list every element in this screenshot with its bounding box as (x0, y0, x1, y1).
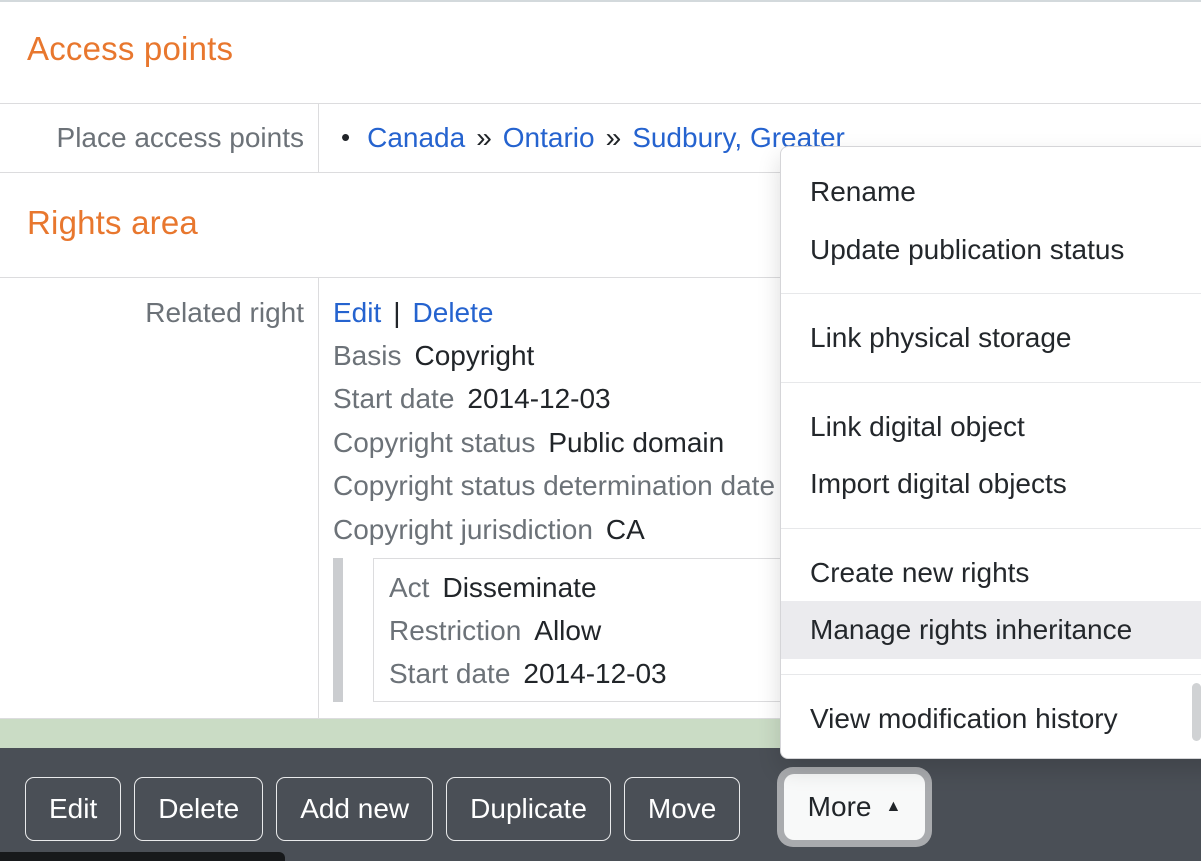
edit-button[interactable]: Edit (25, 777, 121, 841)
related-right-value: Edit | Delete Basis Copyright Start date… (333, 291, 788, 551)
place-access-points-value: • Canada » Ontario » Sudbury, Greater (333, 103, 845, 172)
breadcrumb-separator: » (476, 122, 492, 154)
more-button-label: More (808, 791, 872, 823)
page-top-border (0, 0, 1201, 2)
action-footer-bar: Edit Delete Add new Duplicate Move More … (0, 748, 1201, 861)
field-row-copyright-status: Copyright status Public domain (333, 421, 788, 464)
move-button[interactable]: Move (624, 777, 740, 841)
rights-area-heading: Rights area (27, 204, 198, 242)
menu-divider (781, 528, 1201, 529)
scrollbar-thumb[interactable] (1192, 683, 1201, 741)
field-row-copyright-jurisdiction: Copyright jurisdiction CA (333, 508, 788, 551)
delete-link[interactable]: Delete (413, 297, 494, 329)
bullet-icon: • (341, 122, 350, 153)
browser-status-bar (0, 852, 285, 861)
field-value: Allow (534, 615, 601, 647)
field-label: Copyright status (333, 427, 535, 459)
edit-link[interactable]: Edit (333, 297, 381, 329)
menu-item-update-publication-status[interactable]: Update publication status (781, 221, 1201, 279)
menu-divider (781, 674, 1201, 675)
table-column-border (318, 103, 319, 172)
menu-item-link-physical-storage[interactable]: Link physical storage (781, 309, 1201, 367)
place-access-points-label: Place access points (0, 103, 304, 172)
field-label: Copyright jurisdiction (333, 514, 593, 546)
table-column-border (318, 277, 319, 718)
delete-button[interactable]: Delete (134, 777, 263, 841)
field-label: Copyright status determination date (333, 470, 775, 502)
menu-item-rename[interactable]: Rename (781, 163, 1201, 221)
more-button-focus-ring: More ▲ (777, 767, 932, 847)
field-label: Basis (333, 340, 401, 372)
breadcrumb-link-canada[interactable]: Canada (367, 122, 465, 154)
add-new-button[interactable]: Add new (276, 777, 433, 841)
record-view-page: Access points Place access points • Cana… (0, 0, 1201, 861)
duplicate-button[interactable]: Duplicate (446, 777, 611, 841)
breadcrumb-link-ontario[interactable]: Ontario (503, 122, 595, 154)
granted-right-accent-bar (333, 558, 343, 702)
menu-item-import-digital-objects[interactable]: Import digital objects (781, 455, 1201, 513)
field-label: Start date (333, 383, 454, 415)
field-label: Restriction (389, 615, 521, 647)
menu-item-create-new-rights[interactable]: Create new rights (781, 544, 1201, 602)
menu-item-link-digital-object[interactable]: Link digital object (781, 398, 1201, 456)
field-value: 2014-12-03 (523, 658, 666, 690)
field-value: Public domain (548, 427, 724, 459)
more-dropdown-menu: Rename Update publication status Link ph… (780, 146, 1201, 759)
access-points-heading: Access points (27, 30, 233, 68)
pipe-separator: | (393, 297, 400, 329)
field-row-copyright-status-determination-date: Copyright status determination date (333, 465, 788, 508)
right-action-links: Edit | Delete (333, 291, 788, 334)
footer-button-row: Edit Delete Add new Duplicate Move (25, 777, 740, 841)
related-right-label: Related right (0, 291, 304, 334)
field-label: Start date (389, 658, 510, 690)
field-row-basis: Basis Copyright (333, 334, 788, 377)
field-value: 2014-12-03 (467, 383, 610, 415)
field-value: Disseminate (442, 572, 596, 604)
field-label: Act (389, 572, 429, 604)
more-button[interactable]: More ▲ (784, 774, 925, 840)
menu-item-view-modification-history[interactable]: View modification history (781, 690, 1201, 748)
field-row-start-date: Start date 2014-12-03 (333, 378, 788, 421)
caret-up-icon: ▲ (885, 799, 901, 815)
field-value: Copyright (414, 340, 534, 372)
menu-divider (781, 382, 1201, 383)
field-value: CA (606, 514, 645, 546)
menu-divider (781, 293, 1201, 294)
menu-item-manage-rights-inheritance[interactable]: Manage rights inheritance (781, 601, 1201, 659)
breadcrumb-separator: » (606, 122, 622, 154)
